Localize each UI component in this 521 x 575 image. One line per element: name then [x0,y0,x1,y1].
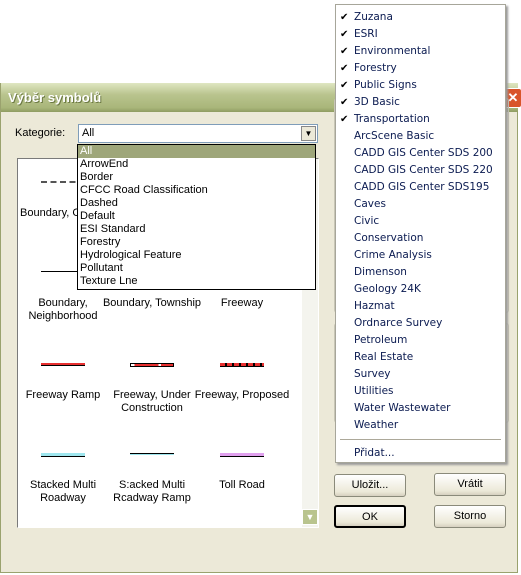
symbol-label: S:acked Multi Rcadway Ramp [113,479,191,504]
symbol-label: Freeway [220,297,264,309]
menu-item-label: Utilities [354,385,394,397]
menu-item[interactable]: Dimenson [336,264,505,281]
menu-separator [340,439,501,440]
menu-item[interactable]: Crime Analysis [336,247,505,264]
menu-item[interactable]: CADD GIS Center SDS195 [336,179,505,196]
symbol-label: Freeway, Under Construction [113,389,191,414]
menu-item[interactable]: ArcScene Basic [336,128,505,145]
menu-item-label: CADD GIS Center SDS195 [354,181,490,193]
menu-item[interactable]: Civic [336,213,505,230]
menu-item[interactable]: Weather [336,417,505,434]
symbol-preview [220,363,264,367]
category-option[interactable]: Dashed [78,197,315,210]
category-option[interactable]: Pollutant [78,262,315,275]
category-select[interactable]: All ▼ [78,124,318,143]
menu-item-label: Survey [354,368,391,380]
menu-item-label: CADD GIS Center SDS 220 [354,164,493,176]
menu-item[interactable]: ✔ Public Signs [336,77,505,94]
symbol-label: Toll Road [219,479,265,491]
menu-item-label: CADD GIS Center SDS 200 [354,147,493,159]
category-option[interactable]: Default [78,210,315,223]
menu-item[interactable]: Utilities [336,383,505,400]
menu-item-label: Hazmat [354,300,395,312]
symbol-label: Freeway Ramp [25,389,101,401]
checkmark-icon: ✔ [340,80,349,91]
symbol-label: Boundary, Neighborhood [28,297,98,322]
menu-item[interactable]: Hazmat [336,298,505,315]
menu-item-label: Ordnarce Survey [354,317,443,329]
menu-item-label: Civic [354,215,380,227]
menu-item-add[interactable]: Přidat... [336,445,505,462]
category-label: Kategorie: [15,127,66,139]
chevron-down-icon[interactable]: ▼ [301,126,316,141]
style-library-menu: ✔ Zuzana ✔ ESRI ✔ Environmental ✔ Forestry ✔ Publ… [335,4,506,463]
menu-item-label: ArcScene Basic [354,130,435,142]
category-option[interactable]: Texture Lne [78,275,315,288]
category-value: All [82,127,95,139]
save-button[interactable]: Uložit... [334,474,406,497]
checkmark-icon: ✔ [340,29,349,40]
menu-item[interactable]: Ordnarce Survey [336,315,505,332]
menu-item[interactable]: Survey [336,366,505,383]
menu-item-label: Dimenson [354,266,407,278]
cancel-button[interactable]: Storno [434,505,506,528]
symbol-preview [220,453,264,457]
menu-item-label: ESRI [354,28,378,40]
checkmark-icon: ✔ [340,63,349,74]
menu-item[interactable]: ✔ 3D Basic [336,94,505,111]
menu-item-label: 3D Basic [354,96,400,108]
category-option[interactable]: Hydrological Feature [78,249,315,262]
menu-item[interactable]: CADD GIS Center SDS 220 [336,162,505,179]
menu-item[interactable]: Conservation [336,230,505,247]
category-option[interactable]: CFCC Road Classification [78,184,315,197]
menu-item[interactable]: Water Wastewater [336,400,505,417]
menu-item-label: Zuzana [354,11,393,23]
menu-item[interactable]: Geology 24K [336,281,505,298]
checkmark-icon: ✔ [340,114,349,125]
menu-item[interactable]: ✔ Zuzana [336,9,505,26]
symbol-preview [41,363,85,366]
menu-item-label: Water Wastewater [354,402,451,414]
category-option[interactable]: All [78,145,315,158]
checkmark-icon: ✔ [340,12,349,23]
menu-item-label: Public Signs [354,79,417,91]
category-option[interactable]: Forestry [78,236,315,249]
menu-item[interactable]: Real Estate [336,349,505,366]
menu-item-label: Weather [354,419,399,431]
symbol-preview [130,363,174,367]
menu-item-label: Forestry [354,62,397,74]
checkmark-icon: ✔ [340,97,349,108]
menu-item-label: Environmental [354,45,431,57]
category-option[interactable]: ESI Standard [78,223,315,236]
symbol-label: Stacked Multi Roadway [29,479,97,504]
category-option[interactable]: ArrowEnd [78,158,315,171]
symbol-label: Freeway, Proposed [194,389,290,401]
menu-item[interactable]: ✔ Environmental [336,43,505,60]
menu-item-label: Conservation [354,232,424,244]
menu-item[interactable]: ✔ ESRI [336,26,505,43]
menu-item[interactable]: Caves [336,196,505,213]
scroll-down-icon[interactable]: ▼ [302,509,318,525]
category-dropdown-list: All ArrowEnd Border CFCC Road Classificatio… [77,144,316,290]
menu-item[interactable]: Petroleum [336,332,505,349]
menu-item-label: Petroleum [354,334,408,346]
category-option[interactable]: Border [78,171,315,184]
menu-item-label: Crime Analysis [354,249,432,261]
menu-item[interactable]: ✔ Transportation [336,111,505,128]
menu-item-label: Real Estate [354,351,414,363]
checkmark-icon: ✔ [340,46,349,57]
symbol-label: Boundary, Township [102,297,202,309]
reset-button[interactable]: Vrátit [434,473,506,496]
symbol-preview [130,453,174,455]
menu-item-label: Transportation [354,113,430,125]
symbol-preview [41,453,85,457]
ok-button[interactable]: OK [334,505,406,528]
dialog-title: Výběr symbolů [8,90,102,105]
menu-item[interactable]: ✔ Forestry [336,60,505,77]
menu-item-label: Caves [354,198,386,210]
menu-item[interactable]: CADD GIS Center SDS 200 [336,145,505,162]
menu-item-label: Geology 24K [354,283,421,295]
